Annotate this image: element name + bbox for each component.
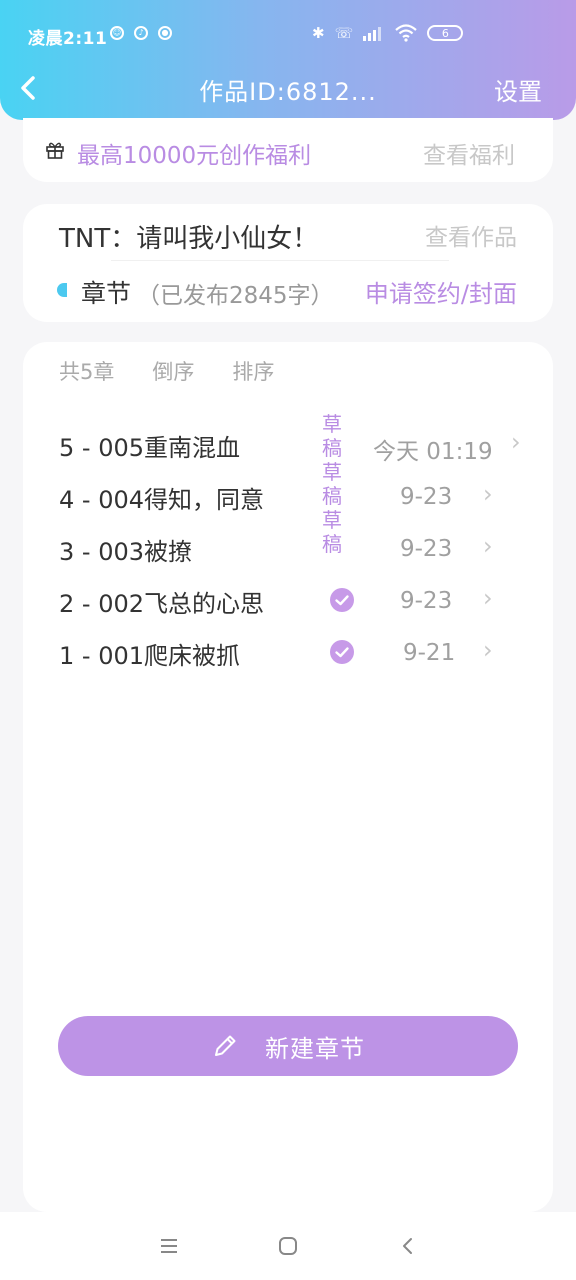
section-marker (57, 283, 67, 297)
home-icon[interactable] (276, 1234, 300, 1258)
list-toolbar: 共5章 倒序 排序 (59, 356, 274, 386)
chevron-right-icon: › (511, 428, 521, 456)
view-welfare-link[interactable]: 查看福利 (423, 136, 515, 170)
chevron-right-icon: › (483, 532, 493, 560)
status-app-icons: ☺ ♪ ● (110, 26, 172, 40)
chapter-row[interactable]: 5 - 005重南混血 今天 01:19 › (23, 420, 553, 470)
signal-icon (363, 27, 382, 41)
call-icon: ☏ (334, 24, 354, 42)
navigation-bar: 作品ID:6812... 设置 (0, 66, 576, 110)
chapter-total: 共5章 (59, 360, 115, 384)
chapter-row[interactable]: 4 - 004得知，同意 9-23 › (23, 472, 553, 522)
wifi-icon (395, 24, 418, 42)
chapter-date: 9-21 (403, 640, 456, 666)
chapter-title: 2 - 002飞总的心思 (59, 590, 264, 618)
pencil-icon (215, 1035, 236, 1056)
settings-button[interactable]: 设置 (494, 72, 542, 107)
work-info-card: TNT：请叫我小仙女！ 查看作品 章节 （已发布2845字） 申请签约/封面 (23, 204, 553, 322)
chapter-date: 9-23 (400, 484, 453, 510)
app-header: 凌晨2:11 ☺ ♪ ● ✱ ☏ 6 作品ID:6812... 设置 (0, 0, 576, 120)
sort-button[interactable]: 排序 (232, 356, 274, 386)
chevron-right-icon: › (483, 636, 493, 664)
welfare-text: 最高10000元创作福利 (77, 143, 312, 169)
chapter-row[interactable]: 2 - 002飞总的心思 9-23 › (23, 576, 553, 626)
chapter-section-label: 章节 (81, 279, 132, 308)
bluetooth-icon: ✱ (312, 24, 325, 42)
back-nav-icon[interactable] (396, 1234, 420, 1258)
published-check-icon (330, 588, 354, 612)
battery-level: 6 (441, 26, 449, 40)
chapter-title: 3 - 003被撩 (59, 538, 192, 566)
chapter-date: 9-23 (400, 536, 453, 562)
chevron-right-icon: › (483, 584, 493, 612)
chapter-list-card: 共5章 倒序 排序 草 稿 草 稿 草 稿 5 - 005重南混血 今天 01:… (23, 342, 553, 1212)
divider (111, 260, 449, 261)
published-word-count: （已发布2845字） (137, 283, 334, 309)
status-right: ✱ ☏ 6 (312, 24, 464, 42)
new-chapter-button[interactable]: 新建章节 (58, 1016, 518, 1076)
tiktok-icon: ♪ (134, 26, 148, 40)
status-bar: 凌晨2:11 ☺ ♪ ● ✱ ☏ 6 (0, 18, 576, 52)
page-title: 作品ID:6812... (199, 78, 377, 106)
chapter-row[interactable]: 1 - 001爬床被抓 9-21 › (23, 628, 553, 678)
weibo-icon: ● (158, 26, 172, 40)
chapter-date: 9-23 (400, 588, 453, 614)
gift-icon (46, 142, 64, 159)
view-work-link[interactable]: 查看作品 (425, 218, 517, 252)
reverse-order-button[interactable]: 倒序 (152, 356, 194, 386)
chapter-title: 5 - 005重南混血 (59, 434, 240, 462)
chapter-date: 今天 01:19 (373, 439, 493, 465)
battery-icon: 6 (427, 25, 464, 41)
notification-icon: ☺ (110, 26, 124, 40)
chapter-title: 1 - 001爬床被抓 (59, 642, 240, 670)
chevron-right-icon: › (483, 480, 493, 508)
work-title: TNT：请叫我小仙女！ (59, 224, 319, 254)
chapter-title: 4 - 004得知，同意 (59, 486, 264, 514)
status-time: 凌晨2:11 (28, 29, 108, 49)
welfare-banner[interactable]: 最高10000元创作福利 查看福利 (23, 118, 553, 182)
published-check-icon (330, 640, 354, 664)
chapter-row[interactable]: 3 - 003被撩 9-23 › (23, 524, 553, 574)
apply-contract-link[interactable]: 申请签约/封面 (365, 274, 517, 309)
new-chapter-label: 新建章节 (265, 1034, 365, 1063)
menu-icon[interactable] (157, 1234, 181, 1258)
system-nav-bar (0, 1212, 576, 1280)
